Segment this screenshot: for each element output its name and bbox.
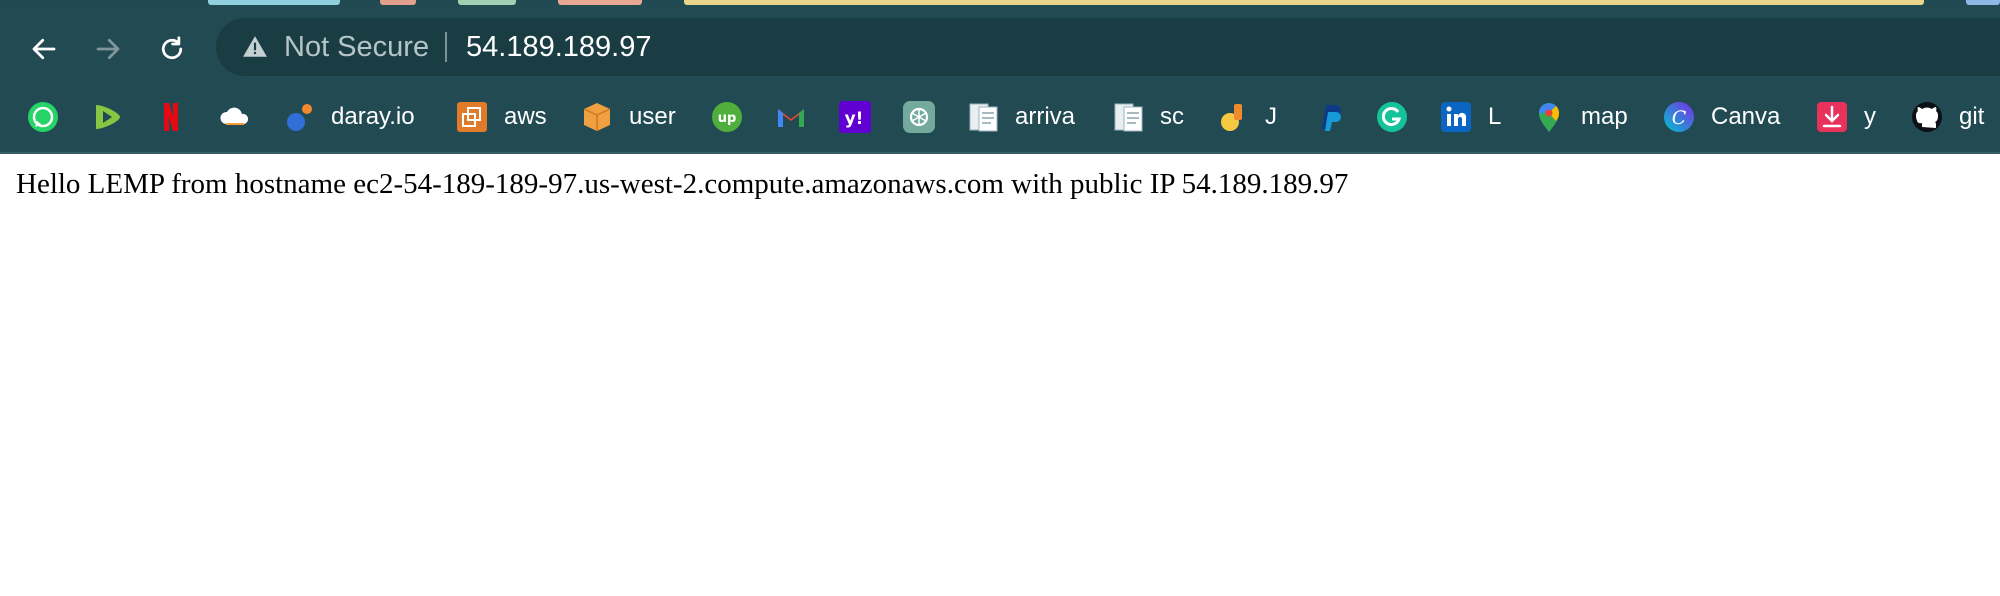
bookmark-paypal[interactable] <box>1311 82 1345 152</box>
bookmark-y[interactable]: y <box>1815 82 1876 152</box>
rumble-icon <box>90 100 124 134</box>
bookmark-label: user <box>629 103 676 130</box>
grammarly-icon <box>1375 100 1409 134</box>
svg-text:up: up <box>718 111 737 126</box>
daray-icon <box>282 100 316 134</box>
bookmark-canva[interactable]: C Canva <box>1662 82 1780 152</box>
back-button[interactable] <box>20 25 68 73</box>
linkedin-icon <box>1439 100 1473 134</box>
box-icon <box>580 100 614 134</box>
bookmark-chatgpt[interactable] <box>902 82 936 152</box>
address-bar[interactable]: Not Secure 54.189.189.97 <box>216 18 2000 76</box>
bookmark-label: daray.io <box>331 103 415 130</box>
bookmarks-bar: daray.io aws user up y! arriva sc J L ma… <box>0 82 2000 154</box>
arrow-left-icon <box>32 38 56 60</box>
yahoo-icon: y! <box>838 100 872 134</box>
bookmark-cloud[interactable] <box>218 82 252 152</box>
upwork-icon: up <box>710 100 744 134</box>
svg-text:C: C <box>1672 107 1687 129</box>
bookmark-upwork[interactable]: up <box>710 82 744 152</box>
bookmark-label: Canva <box>1711 103 1781 130</box>
bookmark-aws[interactable]: aws <box>455 82 547 152</box>
bookmark-gmail[interactable] <box>774 82 808 152</box>
download-icon <box>1815 100 1849 134</box>
warning-triangle-icon <box>243 36 267 57</box>
maps-icon <box>1532 100 1566 134</box>
bookmark-label: J <box>1265 103 1277 130</box>
document-icon <box>1111 100 1145 134</box>
jira-icon <box>1216 100 1250 134</box>
github-icon <box>1910 100 1944 134</box>
chatgpt-icon <box>902 100 936 134</box>
canva-icon: C <box>1662 100 1696 134</box>
bookmark-arriva[interactable]: arriva <box>966 82 1075 152</box>
browser-toolbar: Not Secure 54.189.189.97 <box>0 5 2000 82</box>
bookmark-label: map <box>1581 103 1628 130</box>
omnibox-divider <box>445 32 447 62</box>
bookmark-label: arriva <box>1015 103 1076 130</box>
bookmark-label: git <box>1959 103 1985 130</box>
bookmark-rumble[interactable] <box>90 82 124 152</box>
bookmark-netflix[interactable] <box>154 82 188 152</box>
netflix-icon <box>154 100 188 134</box>
bookmark-label: y <box>1864 103 1876 130</box>
page-body-text: Hello LEMP from hostname ec2-54-189-189-… <box>16 168 1349 200</box>
bookmark-j[interactable]: J <box>1216 82 1277 152</box>
security-status[interactable]: Not Secure <box>284 32 429 62</box>
svg-text:y!: y! <box>845 109 864 129</box>
url-text[interactable]: 54.189.189.97 <box>466 32 651 62</box>
bookmark-label: aws <box>504 103 547 130</box>
bookmark-label: sc <box>1160 103 1184 130</box>
bookmark-label: L <box>1488 103 1502 130</box>
bookmark-map[interactable]: map <box>1532 82 1628 152</box>
cloud-icon <box>218 100 252 134</box>
bookmark-git[interactable]: git <box>1910 82 1984 152</box>
whatsapp-icon <box>26 100 60 134</box>
paypal-icon <box>1311 100 1345 134</box>
bookmark-whatsapp[interactable] <box>26 82 60 152</box>
bookmark-linkedin[interactable]: L <box>1439 82 1501 152</box>
bookmark-user[interactable]: user <box>580 82 676 152</box>
forward-button[interactable] <box>84 25 132 73</box>
document-icon <box>966 100 1000 134</box>
bookmark-daray[interactable]: daray.io <box>282 82 415 152</box>
bookmark-grammarly[interactable] <box>1375 82 1409 152</box>
gmail-icon <box>774 100 808 134</box>
arrow-right-icon <box>96 38 120 60</box>
bookmark-sc[interactable]: sc <box>1111 82 1184 152</box>
reload-icon <box>161 36 183 60</box>
bookmark-yahoo[interactable]: y! <box>838 82 872 152</box>
aws-icon <box>455 100 489 134</box>
reload-button[interactable] <box>148 25 196 73</box>
